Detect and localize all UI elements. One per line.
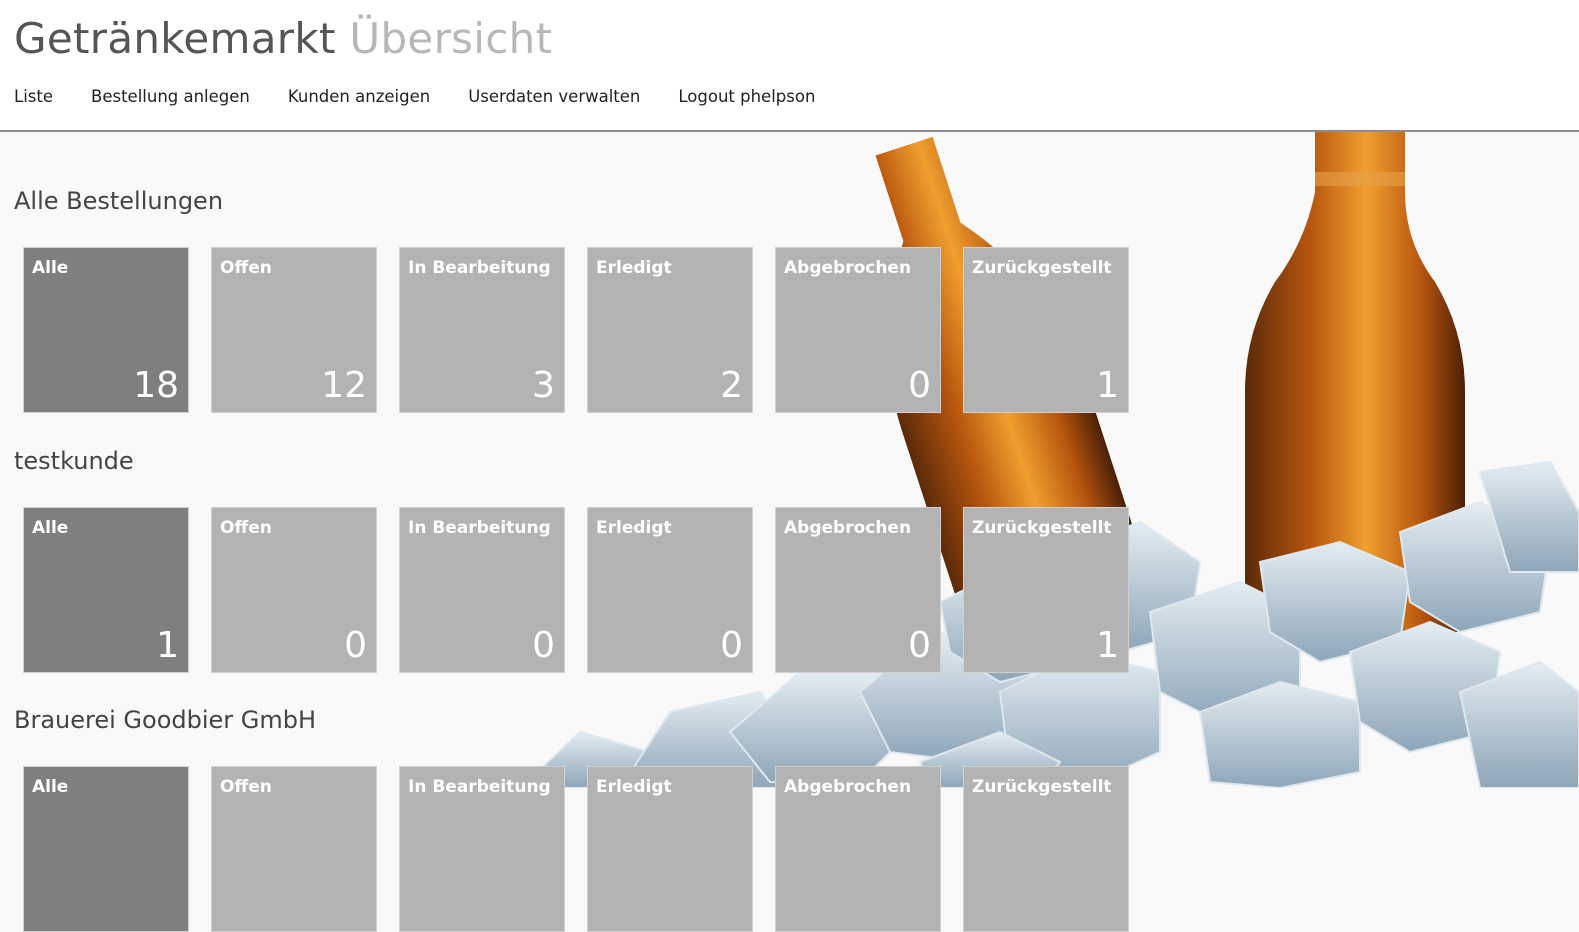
tile-in-bearbeitung[interactable]: In Bearbeitung 0	[399, 507, 565, 673]
section-title-brauerei-goodbier: Brauerei Goodbier GmbH	[14, 706, 317, 734]
tile-in-bearbeitung[interactable]: In Bearbeitung 3	[399, 247, 565, 413]
tile-label: Offen	[220, 777, 272, 797]
nav-bestellung-anlegen[interactable]: Bestellung anlegen	[91, 87, 250, 106]
tile-count: 0	[908, 625, 931, 666]
tile-in-bearbeitung[interactable]: In Bearbeitung	[399, 766, 565, 932]
dashboard: Alle Bestellungen Alle 18 Offen 12 In Bear…	[0, 132, 1579, 932]
tile-label: Zurückgestellt	[972, 777, 1112, 797]
status-tiles-brauerei-goodbier: Alle Offen In Bearbeitung Erledigt Abgeb…	[23, 766, 1133, 932]
page-title-sub: Übersicht	[349, 14, 553, 63]
tile-label: Offen	[220, 518, 272, 538]
tile-label: Alle	[32, 258, 69, 278]
tile-count: 2	[720, 365, 743, 406]
tile-abgebrochen[interactable]: Abgebrochen 0	[775, 247, 941, 413]
tile-offen[interactable]: Offen 12	[211, 247, 377, 413]
tile-count: 12	[321, 365, 367, 406]
tile-erledigt[interactable]: Erledigt 2	[587, 247, 753, 413]
tile-count: 0	[720, 625, 743, 666]
nav-kunden-anzeigen[interactable]: Kunden anzeigen	[288, 87, 430, 106]
tile-offen[interactable]: Offen	[211, 766, 377, 932]
tile-label: Erledigt	[596, 518, 672, 538]
tile-label: Erledigt	[596, 258, 672, 278]
page-title: Getränkemarkt Übersicht	[14, 14, 552, 63]
tile-count: 0	[344, 625, 367, 666]
nav-logout[interactable]: Logout phelpson	[678, 87, 815, 106]
app-header: Getränkemarkt Übersicht Liste Bestellung…	[0, 0, 1579, 132]
main-nav: Liste Bestellung anlegen Kunden anzeigen…	[14, 87, 815, 106]
tile-count: 1	[1096, 625, 1119, 666]
tile-label: Abgebrochen	[784, 258, 912, 278]
section-title-alle-bestellungen: Alle Bestellungen	[14, 187, 224, 215]
tile-erledigt[interactable]: Erledigt	[587, 766, 753, 932]
tile-offen[interactable]: Offen 0	[211, 507, 377, 673]
tile-count: 1	[156, 625, 179, 666]
tile-label: Abgebrochen	[784, 518, 912, 538]
tile-count: 1	[1096, 365, 1119, 406]
tile-label: Zurückgestellt	[972, 518, 1112, 538]
tile-label: Erledigt	[596, 777, 672, 797]
tile-label: In Bearbeitung	[408, 258, 551, 278]
tile-alle[interactable]: Alle	[23, 766, 189, 932]
tile-count: 0	[532, 625, 555, 666]
tile-label: Zurückgestellt	[972, 258, 1112, 278]
tile-count: 3	[532, 365, 555, 406]
nav-liste[interactable]: Liste	[14, 87, 53, 106]
tile-label: Offen	[220, 258, 272, 278]
tile-label: Alle	[32, 518, 69, 538]
tile-erledigt[interactable]: Erledigt 0	[587, 507, 753, 673]
section-title-testkunde: testkunde	[14, 447, 134, 475]
status-tiles-testkunde: Alle 1 Offen 0 In Bearbeitung 0 Erledigt 0 A…	[23, 507, 1133, 673]
tile-zurueckgestellt[interactable]: Zurückgestellt	[963, 766, 1129, 932]
tile-count: 18	[133, 365, 179, 406]
tile-label: In Bearbeitung	[408, 518, 551, 538]
tile-count: 0	[908, 365, 931, 406]
nav-userdaten-verwalten[interactable]: Userdaten verwalten	[468, 87, 640, 106]
tile-label: Alle	[32, 777, 69, 797]
status-tiles-alle-bestellungen: Alle 18 Offen 12 In Bearbeitung 3 Erledigt 2…	[23, 247, 1133, 413]
tile-zurueckgestellt[interactable]: Zurückgestellt 1	[963, 507, 1129, 673]
tile-alle[interactable]: Alle 1	[23, 507, 189, 673]
tile-label: Abgebrochen	[784, 777, 912, 797]
tile-label: In Bearbeitung	[408, 777, 551, 797]
page-title-main: Getränkemarkt	[14, 14, 336, 63]
tile-abgebrochen[interactable]: Abgebrochen	[775, 766, 941, 932]
tile-zurueckgestellt[interactable]: Zurückgestellt 1	[963, 247, 1129, 413]
tile-alle[interactable]: Alle 18	[23, 247, 189, 413]
tile-abgebrochen[interactable]: Abgebrochen 0	[775, 507, 941, 673]
